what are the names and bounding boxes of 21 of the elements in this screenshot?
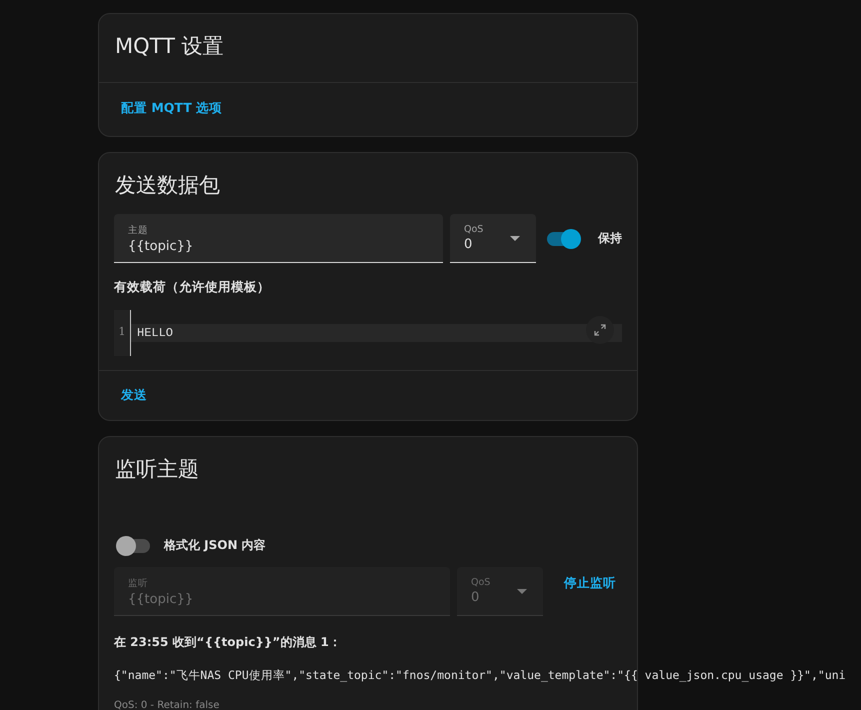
dropdown-caret-icon (510, 236, 520, 241)
dropdown-caret-icon (517, 589, 527, 594)
message-header: 在 23:55 收到“{{topic}}”的消息 1： (114, 634, 342, 651)
retain-label: 保持 (598, 230, 622, 247)
stop-listening-button[interactable]: 停止监听 (558, 571, 622, 596)
message-payload: {"name":"飞牛NAS CPU使用率","state_topic":"fnos/monitor","value_template":"{{ value_json.cpu_usage }}","uni (114, 668, 846, 683)
card-title: MQTT 设置 (114, 33, 225, 60)
configure-link[interactable]: 配置 MQTT 选项 (115, 96, 228, 121)
toggle-switch[interactable] (547, 232, 579, 246)
qos-select[interactable]: QoS 0 (450, 214, 536, 263)
send-button[interactable]: 发送 (115, 383, 153, 408)
card-title: 发送数据包 (114, 172, 221, 199)
format-json-label: 格式化 JSON 内容 (164, 537, 266, 554)
line-number: 1 (118, 325, 126, 340)
code-editor[interactable]: 1 HELLO (114, 310, 622, 356)
payload-label: 有效载荷（允许使用模板） (112, 278, 271, 296)
topic-field[interactable]: 主题 {{topic}} (114, 214, 443, 263)
card-title: 监听主题 (114, 456, 200, 483)
expand-icon (594, 324, 606, 336)
message-meta: QoS: 0 - Retain: false (114, 700, 220, 710)
expand-button[interactable] (586, 316, 614, 344)
